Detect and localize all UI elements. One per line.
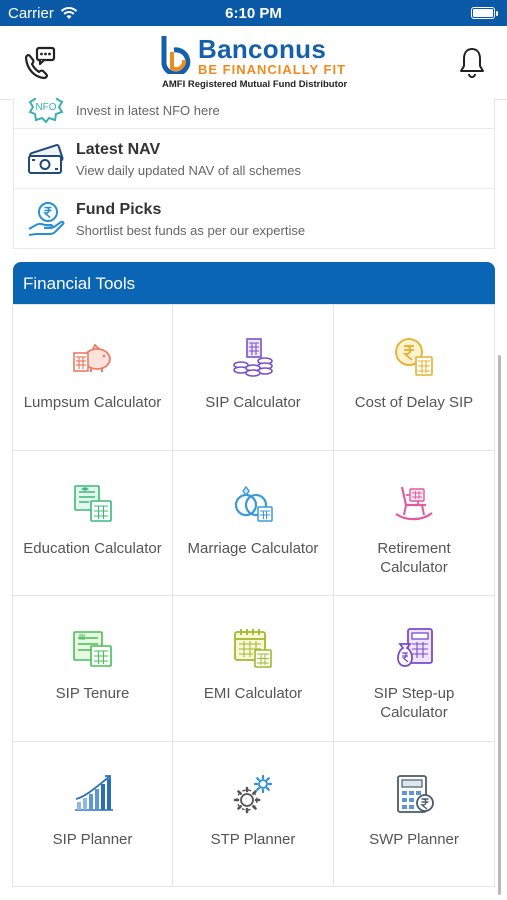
tool-label: SWP Planner <box>369 830 459 848</box>
tool-label: EMI Calculator <box>203 685 303 702</box>
tool-label: SIP Calculator <box>205 394 301 411</box>
coin-stack-icon <box>233 338 273 377</box>
tool-label: STP Planner <box>210 830 296 848</box>
calculator-rupee-icon <box>397 774 434 813</box>
piggy-bank-icon <box>72 343 111 372</box>
tenure-calculator-icon <box>72 631 112 667</box>
tool-sip-tenure[interactable]: SIP Tenure <box>12 596 173 742</box>
money-bag-calculator-icon <box>397 628 433 667</box>
scrollbar[interactable] <box>498 355 501 895</box>
list-item-title: Latest NAV <box>76 141 161 158</box>
financial-tools-header: Financial Tools <box>13 262 495 304</box>
tool-label: Cost of Delay SIP <box>354 394 474 411</box>
svg-text:NFO: NFO <box>35 102 56 113</box>
tool-label: Lumpsum Calculator <box>23 394 162 411</box>
tool-label: SIP Tenure <box>55 685 130 702</box>
brand-name: Banconus <box>198 34 327 64</box>
phone-chat-icon <box>24 46 56 80</box>
tool-label: Education Calculator <box>23 539 162 557</box>
status-bar: Carrier 6:10 PM <box>0 0 507 26</box>
nfo-badge-icon: NFO <box>28 98 64 124</box>
rupee-calculator-icon <box>395 338 433 376</box>
notifications-button[interactable] <box>457 46 487 80</box>
rocking-chair-icon <box>395 486 433 520</box>
calendar-calculator-icon <box>234 629 272 668</box>
list-item-subtitle: View daily updated NAV of all schemes <box>76 163 301 178</box>
tool-swp-planner[interactable]: SWP Planner <box>333 741 495 887</box>
gears-icon <box>233 774 273 813</box>
services-list: NFO Invest in latest NFO here Latest NAV… <box>13 98 495 249</box>
tool-label: SIP Planner <box>52 830 133 848</box>
section-title: Financial Tools <box>23 274 136 293</box>
tool-retirement-calculator[interactable]: Retirement Calculator <box>333 450 495 596</box>
tool-stp-planner[interactable]: STP Planner <box>172 741 334 887</box>
brand-subtitle: AMFI Registered Mutual Fund Distributor <box>162 79 348 90</box>
status-time: 6:10 PM <box>225 5 282 22</box>
list-item-title: Fund Picks <box>76 201 162 218</box>
tool-education-calculator[interactable]: Education Calculator <box>12 450 173 596</box>
battery-icon <box>471 7 498 19</box>
tool-sip-step-up-calculator[interactable]: SIP Step-up Calculator <box>333 596 495 742</box>
contact-button[interactable] <box>18 44 58 84</box>
list-item-latest-nav[interactable]: Latest NAV View daily updated NAV of all… <box>13 129 495 189</box>
tool-cost-of-delay-sip[interactable]: Cost of Delay SIP <box>333 305 495 451</box>
tool-label: Retirement Calculator <box>377 539 451 576</box>
bell-icon <box>460 48 484 78</box>
financial-tools-grid: Lumpsum Calculator SIP Calculator Cost o… <box>12 304 495 887</box>
tool-sip-calculator[interactable]: SIP Calculator <box>172 305 334 451</box>
tool-emi-calculator[interactable]: EMI Calculator <box>172 596 334 742</box>
tool-marriage-calculator[interactable]: Marriage Calculator <box>172 450 334 596</box>
list-item-subtitle: Invest in latest NFO here <box>76 103 220 118</box>
growth-bars-icon <box>74 774 113 811</box>
tool-label: Marriage Calculator <box>187 539 319 557</box>
rupee-hand-icon <box>28 202 65 236</box>
app-header: Banconus BE FINANCIALLY FIT AMFI Registe… <box>0 26 507 100</box>
list-item-fund-picks[interactable]: Fund Picks Shortlist best funds as per o… <box>13 189 495 249</box>
cash-icon <box>28 144 64 174</box>
education-calculator-icon <box>73 484 112 522</box>
tool-label: SIP Step-up Calculator <box>373 685 455 721</box>
tool-sip-planner[interactable]: SIP Planner <box>12 741 173 887</box>
brand-tagline: BE FINANCIALLY FIT <box>198 62 347 77</box>
list-item-nfo[interactable]: NFO Invest in latest NFO here <box>13 98 495 129</box>
banconus-logo-mark <box>161 36 191 74</box>
brand-logo: Banconus BE FINANCIALLY FIT AMFI Registe… <box>158 32 358 94</box>
tool-lumpsum-calculator[interactable]: Lumpsum Calculator <box>12 305 173 451</box>
list-item-subtitle: Shortlist best funds as per our expertis… <box>76 223 306 238</box>
rings-icon <box>234 485 273 522</box>
